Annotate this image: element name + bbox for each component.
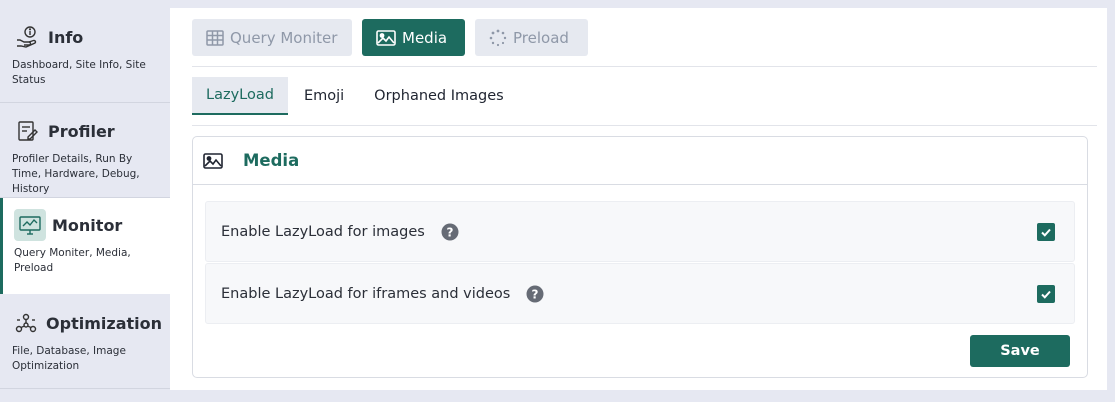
sidebar-item-monitor[interactable]: Monitor Query Moniter, Media, Preload xyxy=(0,198,170,294)
sidebar-item-label: Info xyxy=(48,27,84,47)
image-icon xyxy=(203,152,223,169)
divider xyxy=(192,125,1097,126)
image-icon xyxy=(376,29,396,46)
tab-query-moniter[interactable]: Query Moniter xyxy=(192,19,352,56)
top-tabs: Query Moniter Media Preload xyxy=(192,19,588,56)
tab-label: Query Moniter xyxy=(230,28,338,47)
monitor-icon xyxy=(14,209,46,241)
card-header: Media xyxy=(193,137,1087,185)
spinner-icon xyxy=(489,29,507,47)
svg-text:?: ? xyxy=(532,287,539,301)
optimization-icon xyxy=(12,308,40,338)
sidebar-item-profiler[interactable]: Profiler Profiler Details, Run By Time, … xyxy=(0,104,170,198)
tab-preload[interactable]: Preload xyxy=(475,19,588,56)
sidebar-item-info[interactable]: Info Dashboard, Site Info, Site Status xyxy=(0,0,170,103)
divider xyxy=(192,66,1097,67)
sidebar-item-description: Dashboard, Site Info, Site Status xyxy=(12,59,146,86)
info-icon xyxy=(12,22,42,52)
subtab-orphaned-images[interactable]: Orphaned Images xyxy=(360,77,518,115)
option-label: Enable LazyLoad for iframes and videos xyxy=(221,285,511,302)
help-icon[interactable]: ? xyxy=(441,223,459,241)
media-settings-card: Media Enable LazyLoad for images ? Enabl… xyxy=(192,136,1088,378)
sidebar-item-label: Optimization xyxy=(46,313,162,333)
table-icon xyxy=(206,29,224,46)
tab-label: Media xyxy=(402,28,448,47)
help-icon[interactable]: ? xyxy=(526,285,544,303)
subtab-emoji[interactable]: Emoji xyxy=(290,77,358,115)
card-title: Media xyxy=(243,151,300,170)
sidebar-item-description: File, Database, Image Optimization xyxy=(12,345,126,372)
sidebar-item-description: Query Moniter, Media, Preload xyxy=(14,247,131,274)
lazyload-iframes-checkbox[interactable] xyxy=(1037,285,1055,303)
option-row: Enable LazyLoad for images ? xyxy=(205,201,1075,262)
sidebar: Info Dashboard, Site Info, Site Status P… xyxy=(0,0,170,402)
sidebar-item-label: Profiler xyxy=(48,121,115,141)
tab-label: Preload xyxy=(513,28,569,47)
sidebar-item-optimization[interactable]: Optimization File, Database, Image Optim… xyxy=(0,294,170,389)
main-panel: Query Moniter Media Preload LazyLoad Emo… xyxy=(170,8,1107,390)
tab-media[interactable]: Media xyxy=(362,19,465,56)
sidebar-item-description: Profiler Details, Run By Time, Hardware,… xyxy=(12,153,140,195)
sidebar-item-label: Monitor xyxy=(52,215,123,235)
svg-text:?: ? xyxy=(446,225,453,239)
sub-tabs: LazyLoad Emoji Orphaned Images xyxy=(192,77,520,115)
lazyload-images-checkbox[interactable] xyxy=(1037,223,1055,241)
option-label: Enable LazyLoad for images xyxy=(221,223,425,240)
option-row: Enable LazyLoad for iframes and videos ? xyxy=(205,263,1075,324)
save-button[interactable]: Save xyxy=(970,335,1070,367)
subtab-lazyload[interactable]: LazyLoad xyxy=(192,77,288,115)
profiler-icon xyxy=(12,116,42,146)
